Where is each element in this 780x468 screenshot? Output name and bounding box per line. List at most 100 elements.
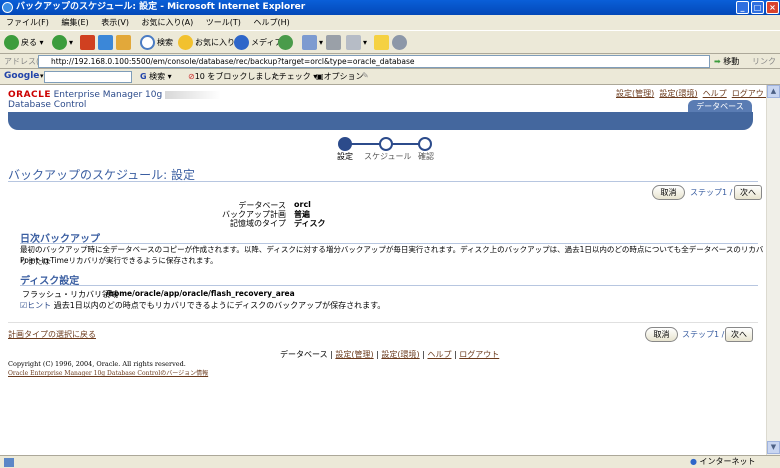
footer-help[interactable]: ヘルプ <box>427 350 451 359</box>
scroll-up-icon[interactable]: ▲ <box>767 85 780 98</box>
train-step-review-dot <box>418 137 432 151</box>
stop-button[interactable] <box>80 35 97 51</box>
check-icon: ✓ <box>272 72 279 81</box>
globe-icon: ● <box>690 457 697 466</box>
step-indicator-top: ステップ1 / 3 <box>690 188 740 197</box>
oracle-logo: ORACLE <box>8 90 52 100</box>
train-step-schedule-dot <box>379 137 393 151</box>
go-button[interactable]: ➡ 移動 <box>714 55 739 68</box>
footer-logout[interactable]: ログアウト <box>459 350 499 359</box>
scroll-down-icon[interactable]: ▼ <box>767 441 780 454</box>
menu-file[interactable]: ファイル(F) <box>6 18 49 27</box>
spell-check-button[interactable]: ✓チェック ▾ <box>272 71 317 83</box>
mail-icon <box>302 35 317 50</box>
footer-setup-env[interactable]: 設定(環境) <box>381 350 419 359</box>
forward-button[interactable]: ▾ <box>52 35 73 51</box>
refresh-icon <box>98 35 113 50</box>
database-control-label: Database Control <box>8 100 87 110</box>
back-arrow-icon <box>4 35 19 50</box>
search-icon <box>140 35 155 50</box>
mail-button[interactable]: ▾ <box>302 35 323 51</box>
google-search-button[interactable]: G 検索 ▾ <box>140 71 172 83</box>
google-toolbar: Google ▾ G 検索 ▾ ⊘10 をブロックしました ✓チェック ▾ ▣オ… <box>0 69 780 85</box>
close-button[interactable]: × <box>766 1 779 14</box>
database-value: orcl <box>294 200 311 209</box>
daily-description-line2: Point-in-Timeリカバリが実行できるように保存されます。 <box>20 256 218 265</box>
header-graphic <box>164 90 221 99</box>
footer-nav: データベース | 設定(管理) | 設定(環境) | ヘルプ | ログアウト <box>280 350 500 359</box>
pencil-icon[interactable]: ✎ <box>362 71 369 80</box>
title-divider <box>8 181 758 182</box>
print-icon <box>326 35 341 50</box>
maximize-button[interactable]: □ <box>751 1 764 14</box>
messenger-icon <box>392 35 407 50</box>
zone-indicator: ● インターネット <box>690 457 756 466</box>
back-button[interactable]: 戻る ▾ <box>4 35 44 51</box>
next-button-bottom[interactable]: 次へ <box>725 327 753 342</box>
link-help[interactable]: ヘルプ <box>703 89 727 98</box>
home-icon <box>116 35 131 50</box>
menu-edit[interactable]: 編集(E) <box>61 18 88 27</box>
link-setup-env[interactable]: 設定(環境) <box>659 89 697 98</box>
favorites-button[interactable]: お気に入り <box>178 35 235 51</box>
next-button-top[interactable]: 次へ <box>734 185 762 200</box>
train-step-review-label: 確認 <box>418 152 434 161</box>
google-logo[interactable]: Google <box>4 71 39 81</box>
menu-bar: ファイル(F) 編集(E) 表示(V) お気に入り(A) ツール(T) ヘルプ(… <box>0 15 780 30</box>
window-title-bar: バックアップのスケジュール: 設定 - Microsoft Internet E… <box>0 0 780 15</box>
stop-icon <box>80 35 95 50</box>
discuss-button[interactable] <box>374 35 391 51</box>
search-button[interactable]: 検索 <box>140 35 173 51</box>
media-button[interactable]: メディア <box>234 35 282 51</box>
link-setup-admin[interactable]: 設定(管理) <box>616 89 654 98</box>
menu-help[interactable]: ヘルプ(H) <box>253 18 289 27</box>
recovery-area-value: /home/oracle/app/oracle/flash_recovery_a… <box>106 289 295 298</box>
hint-row: ☑ヒント 過去1日以内のどの時点でもリカバリできるようにディスクのバックアップが… <box>20 300 385 311</box>
menu-tools[interactable]: ツール(T) <box>206 18 241 27</box>
url-text: http://192.168.0.100:5500/em/console/dat… <box>51 57 415 66</box>
form-bottom-divider <box>8 322 758 323</box>
history-button[interactable] <box>278 35 295 51</box>
options-icon: ▣ <box>316 72 324 81</box>
minimize-button[interactable]: _ <box>736 1 749 14</box>
copyright: Copyright (C) 1996, 2004, Oracle. All ri… <box>8 360 186 368</box>
back-to-plan-type-link[interactable]: 計画タイプの選択に戻る <box>8 329 96 340</box>
note-icon <box>374 35 389 50</box>
train-step-schedule-label: スケジュール <box>364 152 412 161</box>
media-icon <box>234 35 249 50</box>
hint-text: 過去1日以内のどの時点でもリカバリできるようにディスクのバックアップが保存されま… <box>53 301 386 310</box>
address-bar: アドレス(D) http://192.168.0.100:5500/em/con… <box>0 54 780 69</box>
train-step-setup-label: 設定 <box>337 152 353 161</box>
ie-icon <box>2 2 13 13</box>
block-icon: ⊘ <box>188 72 195 81</box>
page-icon <box>4 458 14 467</box>
print-button[interactable] <box>326 35 343 51</box>
google-search-input[interactable] <box>44 71 132 83</box>
links-button[interactable]: リンク <box>752 55 776 68</box>
home-button[interactable] <box>116 35 133 51</box>
menu-view[interactable]: 表示(V) <box>101 18 129 27</box>
vertical-scrollbar[interactable]: ▲ ▼ <box>766 85 780 455</box>
em-branding: ORACLE Enterprise Manager 10g <box>8 90 221 100</box>
menu-favorites[interactable]: お気に入り(A) <box>142 18 194 27</box>
footer-database: データベース <box>280 350 328 359</box>
global-links: 設定(管理) 設定(環境) ヘルプ ログアウト <box>616 88 772 99</box>
recovery-area-label: フラッシュ・リカバリ領域 <box>22 290 118 299</box>
cancel-button-top[interactable]: 取消 <box>652 185 685 200</box>
cancel-button-bottom[interactable]: 取消 <box>645 327 678 342</box>
messenger-button[interactable] <box>392 35 409 51</box>
refresh-button[interactable] <box>98 35 115 51</box>
go-arrow-icon: ➡ <box>714 57 721 66</box>
train-step-setup-dot <box>338 137 352 151</box>
edit-button[interactable]: ▾ <box>346 35 367 51</box>
storage-type-label: 記憶域のタイプ <box>230 219 286 228</box>
version-info-link[interactable]: Oracle Enterprise Manager 10g Database C… <box>8 368 208 377</box>
product-name: Enterprise Manager 10g <box>53 90 163 100</box>
options-button[interactable]: ▣オプション <box>316 71 364 83</box>
footer-setup-admin[interactable]: 設定(管理) <box>335 350 373 359</box>
disk-divider <box>20 285 758 286</box>
star-icon <box>178 35 193 50</box>
address-input[interactable]: http://192.168.0.100:5500/em/console/dat… <box>38 55 710 68</box>
popup-blocker[interactable]: ⊘10 をブロックしました <box>188 71 279 83</box>
header-blue-bar <box>8 112 753 130</box>
